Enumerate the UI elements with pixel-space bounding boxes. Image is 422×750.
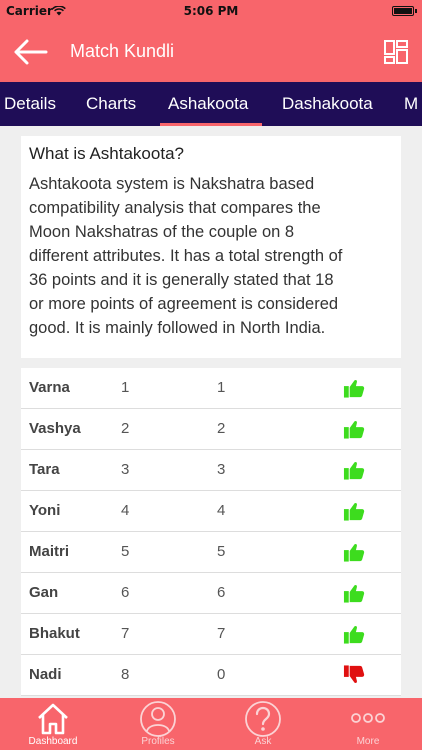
koota-table: Varna 1 1 Vashya 2 2 Tara 3 3 Yoni 4 4 Maitri 5 5 Gan 6 6…	[21, 368, 401, 696]
bottom-nav: Dashboard Profiles Ask More	[0, 698, 422, 750]
girl-points: 2	[217, 420, 226, 437]
koota-name: Maitri	[29, 543, 70, 560]
info-line: or more points of agreement is considere…	[29, 295, 339, 313]
koota-row: Maitri 5 5	[21, 532, 401, 573]
page-title: Match Kundli	[70, 41, 175, 61]
ashtakoota-info-card: What is Ashtakoota? Ashtakoota system is…	[21, 136, 401, 358]
home-icon	[38, 703, 68, 735]
koota-row: Nadi 8 0	[21, 655, 401, 696]
question-icon	[245, 701, 281, 737]
girl-points: 5	[217, 543, 226, 560]
profile-icon	[140, 701, 176, 737]
info-line: Ashtakoota system is Nakshatra based	[29, 175, 315, 193]
nav-label: Dashboard	[28, 736, 78, 747]
koota-row: Gan 6 6	[21, 573, 401, 614]
tab-details[interactable]: Details	[4, 94, 56, 114]
thumbs-up-icon	[343, 543, 365, 562]
boy-points: 5	[121, 543, 130, 560]
boy-points: 7	[121, 625, 130, 642]
nav-label: More	[356, 736, 380, 747]
girl-points: 3	[217, 461, 226, 478]
app-header: Match Kundli	[0, 22, 422, 82]
info-line: different attributes. It has a total str…	[29, 247, 343, 265]
info-line: good. It is mainly followed in North Ind…	[29, 319, 326, 337]
status-time: 5:06 PM	[183, 4, 239, 18]
battery-icon	[392, 6, 417, 16]
koota-row: Bhakut 7 7	[21, 614, 401, 655]
koota-name: Bhakut	[29, 625, 80, 642]
info-title: What is Ashtakoota?	[29, 144, 184, 163]
tab-charts[interactable]: Charts	[86, 94, 136, 114]
thumbs-up-icon	[343, 461, 365, 480]
info-line: Moon Nakshatras of the couple on 8	[29, 223, 295, 241]
active-tab-indicator	[160, 123, 262, 126]
nav-label: Ask	[254, 736, 272, 747]
match-kundli-screen: Carrier 5:06 PM Match Kundli Details Cha…	[0, 0, 422, 750]
boy-points: 3	[121, 461, 130, 478]
boy-points: 6	[121, 584, 130, 601]
boy-points: 4	[121, 502, 130, 519]
status-bar: Carrier 5:06 PM	[0, 0, 422, 22]
thumbs-up-icon	[343, 625, 365, 644]
thumbs-up-icon	[343, 420, 365, 439]
koota-name: Gan	[29, 584, 59, 601]
koota-name: Vashya	[29, 420, 81, 437]
koota-row: Tara 3 3	[21, 450, 401, 491]
girl-points: 4	[217, 502, 226, 519]
boy-points: 8	[121, 666, 130, 683]
koota-name: Tara	[29, 461, 60, 478]
koota-name: Varna	[29, 379, 70, 396]
layout-grid-icon[interactable]	[384, 40, 408, 64]
thumbs-up-icon	[343, 502, 365, 521]
back-arrow-icon[interactable]	[12, 37, 48, 67]
girl-points: 0	[217, 666, 226, 683]
tab-bar: Details Charts Ashakoota Dashakoota M	[0, 82, 422, 126]
koota-name: Nadi	[29, 666, 62, 683]
boy-points: 2	[121, 420, 130, 437]
thumbs-up-icon	[343, 584, 365, 603]
thumbs-down-icon	[343, 665, 365, 684]
tab-ashakoota[interactable]: Ashakoota	[168, 94, 248, 114]
koota-row: Vashya 2 2	[21, 409, 401, 450]
koota-row: Varna 1 1	[21, 368, 401, 409]
nav-profiles[interactable]: Profiles	[118, 698, 198, 750]
nav-more[interactable]: More	[328, 698, 408, 750]
tab-more-partial[interactable]: M	[404, 94, 418, 114]
koota-row: Yoni 4 4	[21, 491, 401, 532]
thumbs-up-icon	[343, 379, 365, 398]
nav-label: Profiles	[141, 736, 175, 747]
girl-points: 7	[217, 625, 226, 642]
boy-points: 1	[121, 379, 130, 396]
girl-points: 1	[217, 379, 226, 396]
info-description: Ashtakoota system is Nakshatra based com…	[29, 172, 393, 340]
info-line: compatibility analysis that compares the	[29, 199, 321, 217]
nav-ask[interactable]: Ask	[223, 698, 303, 750]
more-icon	[351, 713, 385, 723]
koota-name: Yoni	[29, 502, 61, 519]
nav-dashboard[interactable]: Dashboard	[13, 698, 93, 750]
info-line: 36 points and it is generally stated tha…	[29, 271, 334, 289]
girl-points: 6	[217, 584, 226, 601]
tab-dashakoota[interactable]: Dashakoota	[282, 94, 373, 114]
